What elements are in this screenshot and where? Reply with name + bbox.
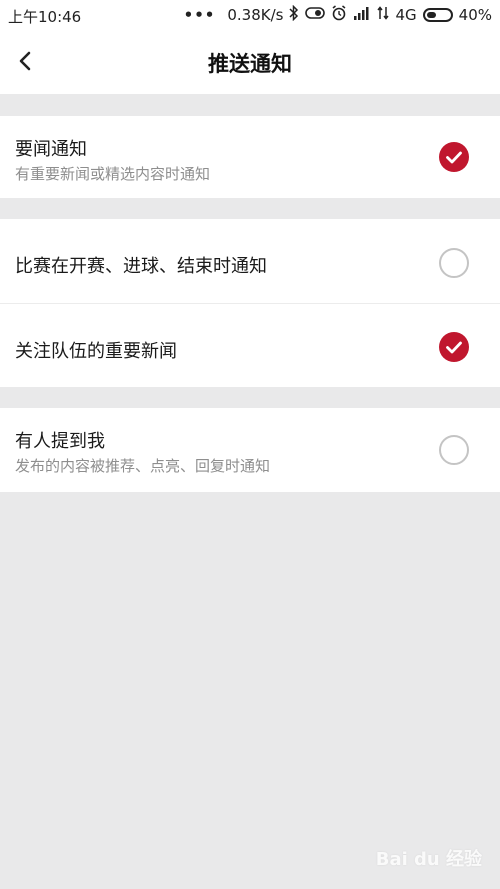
setting-title: 有人提到我 <box>15 431 105 452</box>
setting-row-headline-news[interactable]: 要闻通知 有重要新闻或精选内容时通知 <box>0 116 500 198</box>
setting-title: 关注队伍的重要新闻 <box>15 341 177 362</box>
battery-icon <box>422 8 453 22</box>
vibrate-icon <box>305 6 326 24</box>
setting-title: 比赛在开赛、进球、结束时通知 <box>15 256 267 277</box>
setting-row-match-events[interactable]: 比赛在开赛、进球、结束时通知 <box>0 219 500 303</box>
settings-group-news: 要闻通知 有重要新闻或精选内容时通知 <box>0 116 500 198</box>
signal-icon <box>353 6 371 24</box>
setting-row-mentions[interactable]: 有人提到我 发布的内容被推荐、点亮、回复时通知 <box>0 408 500 492</box>
setting-subtitle: 有重要新闻或精选内容时通知 <box>15 165 211 183</box>
page-title: 推送通知 <box>208 52 292 76</box>
bluetooth-icon <box>289 4 299 25</box>
status-time: 上午10:46 <box>8 8 82 26</box>
more-dots-icon: ••• <box>183 6 216 24</box>
alarm-icon <box>331 5 347 25</box>
setting-subtitle: 发布的内容被推荐、点亮、回复时通知 <box>15 457 271 475</box>
settings-group-match: 比赛在开赛、进球、结束时通知 关注队伍的重要新闻 <box>0 219 500 387</box>
setting-title: 要闻通知 <box>15 139 87 160</box>
checkbox-checked-icon[interactable] <box>439 332 469 362</box>
checkbox-checked-icon[interactable] <box>439 142 469 172</box>
network-type: 4G <box>395 6 417 24</box>
nav-header: 推送通知 <box>0 30 500 94</box>
status-bar: 上午10:46 ••• 0.38K/s 4G 40% <box>0 0 500 30</box>
setting-row-followed-team-news[interactable]: 关注队伍的重要新闻 <box>0 303 500 387</box>
network-speed: 0.38K/s <box>227 6 284 24</box>
battery-percent: 40% <box>458 6 492 24</box>
data-arrows-icon <box>377 6 390 24</box>
checkbox-unchecked-icon[interactable] <box>439 248 469 278</box>
baidu-jingyan-watermark: Bai du 经验 <box>375 849 482 870</box>
status-icons: ••• 0.38K/s 4G 40% <box>183 4 492 25</box>
settings-group-mentions: 有人提到我 发布的内容被推荐、点亮、回复时通知 <box>0 408 500 492</box>
checkbox-unchecked-icon[interactable] <box>439 435 469 465</box>
